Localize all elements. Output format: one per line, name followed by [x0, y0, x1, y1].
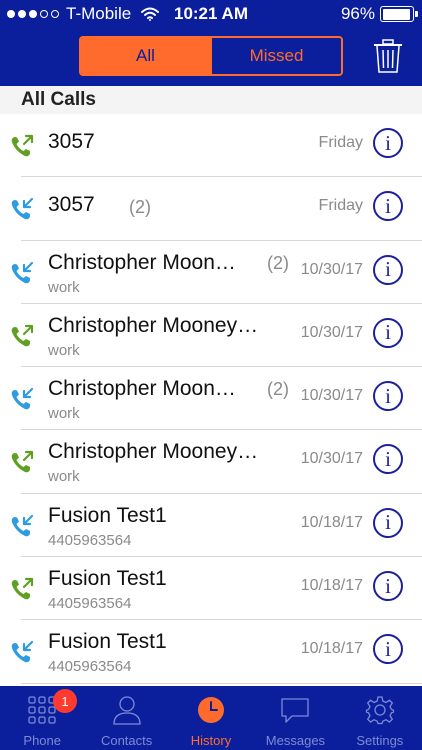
incoming-call-icon	[9, 386, 35, 412]
battery-fill	[382, 8, 411, 20]
tab-history-label: History	[190, 733, 232, 748]
info-icon[interactable]: i	[373, 128, 403, 158]
call-contact-name: Christopher Mooney…	[48, 440, 259, 464]
call-subtitle: work	[48, 278, 80, 296]
section-header: All Calls	[0, 86, 422, 114]
outgoing-call-icon	[9, 323, 35, 349]
info-icon[interactable]: i	[373, 381, 403, 412]
section-title: All Calls	[21, 89, 96, 110]
all-calls-tab[interactable]: All	[81, 38, 210, 74]
call-date: Friday	[318, 197, 363, 215]
call-subtitle: work	[48, 405, 80, 423]
call-history-list: 3057 Friday i 3057 Friday i (2) Christopher Moo…	[0, 114, 422, 684]
call-row[interactable]: Christopher Mooney… work 10/30/17 i	[11, 304, 422, 368]
tab-contacts-label: Contacts	[100, 733, 153, 748]
info-icon[interactable]: i	[373, 317, 403, 348]
battery-percent: 96%	[340, 4, 375, 23]
chat-bubble-icon	[281, 698, 310, 723]
call-contact-name: Fusion Test1	[48, 567, 167, 591]
info-icon[interactable]: i	[373, 254, 403, 285]
info-icon[interactable]: i	[373, 571, 403, 602]
incoming-call-icon	[9, 260, 35, 286]
call-date: 10/18/17	[300, 577, 363, 595]
tab-phone-label: Phone	[23, 733, 61, 748]
top-bar: T-Mobile 10:21 AM 96% All Missed	[0, 0, 422, 86]
call-contact-name: Christopher Moon…	[48, 250, 236, 274]
gear-icon	[365, 696, 394, 725]
calls-filter-segment: All Missed	[79, 36, 343, 76]
call-row[interactable]: Fusion Test1 4405963564 10/18/17 i	[11, 557, 422, 621]
call-count: (2)	[129, 197, 151, 218]
call-row[interactable]: Fusion Test1 4405963564 10/18/17 i	[11, 620, 422, 684]
trash-icon[interactable]	[372, 38, 404, 74]
incoming-call-icon	[9, 513, 35, 539]
call-count: (2)	[267, 379, 289, 400]
call-contact-name: Christopher Mooney…	[48, 313, 259, 337]
clock-icon	[198, 697, 225, 723]
call-contact-name: 3057	[48, 130, 95, 153]
info-icon[interactable]: i	[373, 507, 403, 538]
outgoing-call-icon	[9, 449, 35, 475]
tab-settings[interactable]: Settings	[338, 686, 422, 750]
outgoing-call-icon	[9, 576, 35, 602]
call-subtitle: work	[48, 468, 80, 486]
call-date: 10/30/17	[300, 323, 363, 341]
tab-contacts[interactable]: Contacts	[84, 686, 168, 750]
call-contact-name: 3057	[48, 193, 95, 217]
call-date: Friday	[318, 134, 363, 151]
info-icon[interactable]: i	[373, 191, 403, 222]
status-right: 96%	[340, 4, 418, 24]
info-icon[interactable]: i	[373, 444, 403, 475]
call-date: 10/30/17	[300, 450, 363, 468]
tab-settings-label: Settings	[356, 733, 404, 748]
call-subtitle: 4405963564	[48, 531, 132, 549]
call-contact-name: Christopher Moon…	[48, 377, 236, 401]
battery-icon	[380, 6, 418, 22]
incoming-call-icon	[9, 639, 35, 665]
outgoing-call-icon	[9, 133, 35, 159]
call-date: 10/18/17	[300, 513, 363, 531]
tab-phone[interactable]: 1 Phone	[0, 686, 84, 750]
call-subtitle: work	[48, 341, 80, 359]
call-row[interactable]: 3057 Friday i (2)	[11, 177, 422, 241]
call-count: (2)	[267, 252, 289, 273]
call-date: 10/18/17	[300, 640, 363, 658]
call-row[interactable]: Christopher Mooney… work 10/30/17 i	[11, 430, 422, 494]
info-icon[interactable]: i	[373, 634, 403, 665]
person-icon	[112, 696, 141, 725]
tab-messages-label: Messages	[265, 733, 326, 748]
call-contact-name: Fusion Test1	[48, 630, 167, 654]
call-row[interactable]: 3057 Friday i	[11, 114, 422, 178]
status-bar: T-Mobile 10:21 AM 96%	[0, 0, 422, 28]
call-contact-name: Fusion Test1	[48, 503, 167, 527]
tab-bar: 1 Phone Contacts History Messages Settin…	[0, 686, 422, 750]
call-date: 10/30/17	[300, 387, 363, 405]
missed-calls-tab[interactable]: Missed	[210, 38, 341, 74]
incoming-call-icon	[9, 196, 35, 222]
tab-messages[interactable]: Messages	[253, 686, 337, 750]
call-row[interactable]: Christopher Moon… (2) work 10/30/17 i	[11, 367, 422, 431]
call-date: 10/30/17	[300, 260, 363, 278]
call-subtitle: 4405963564	[48, 658, 132, 676]
tab-history[interactable]: History	[169, 686, 253, 750]
call-row[interactable]: Fusion Test1 4405963564 10/18/17 i	[11, 494, 422, 558]
phone-badge: 1	[53, 689, 77, 713]
call-subtitle: 4405963564	[48, 595, 132, 613]
call-row[interactable]: Christopher Moon… (2) work 10/30/17 i	[11, 241, 422, 304]
